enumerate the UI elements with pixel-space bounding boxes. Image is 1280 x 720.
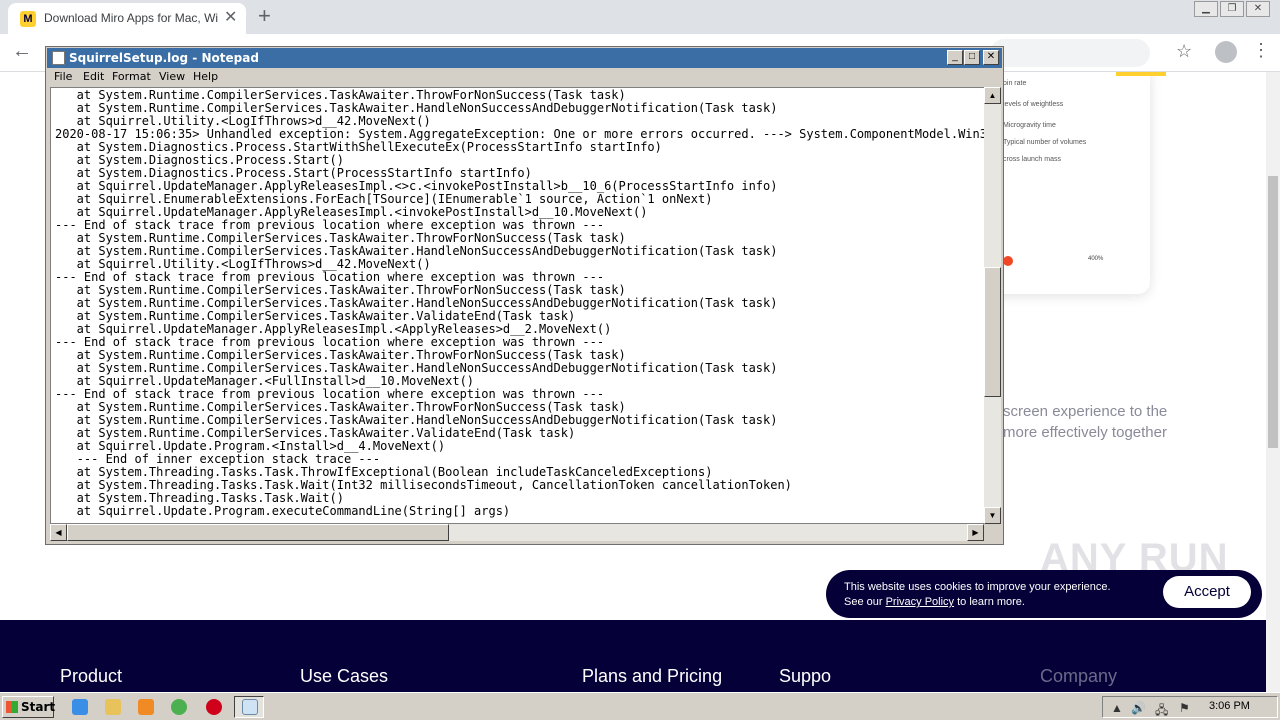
close-button[interactable]: ✕: [1246, 1, 1270, 17]
shield-icon[interactable]: [206, 699, 222, 715]
menu-edit[interactable]: Edit: [83, 70, 104, 83]
card-percent: 400%: [1088, 256, 1104, 262]
card-label: Typical number of volumes: [1003, 139, 1087, 146]
bookmark-star-icon[interactable]: ☆: [1176, 41, 1192, 62]
browser-tab[interactable]: M Download Miro Apps for Mac, Windows ✕: [8, 3, 246, 34]
new-tab-button[interactable]: +: [258, 4, 271, 28]
notepad-window: SquirrelSetup.log - Notepad _ □ ✕ File E…: [45, 46, 1004, 545]
card-label: cross launch mass: [1003, 156, 1061, 163]
cookie-suffix: to learn more.: [954, 596, 1025, 608]
privacy-policy-link[interactable]: Privacy Policy: [886, 596, 954, 608]
footer-link-product[interactable]: Product: [60, 666, 122, 687]
scroll-down-button[interactable]: ▼: [984, 507, 1001, 524]
system-tray: ▲ 🔊 🖧 ⚑ 3:06 PM: [1102, 696, 1278, 718]
tab-title: Download Miro Apps for Mac, Windows: [44, 11, 218, 25]
footer-link-support[interactable]: Suppo: [779, 666, 831, 687]
flag-icon[interactable]: ⚑: [1179, 701, 1190, 715]
horizontal-scroll-thumb[interactable]: [67, 524, 449, 541]
cookie-banner: This website uses cookies to improve you…: [826, 570, 1262, 618]
back-arrow-icon[interactable]: ←: [12, 40, 32, 63]
footer-link-company[interactable]: Company: [1040, 666, 1117, 687]
hero-text-line: more effectively together: [1003, 424, 1167, 441]
notepad-title: SquirrelSetup.log - Notepad: [69, 51, 259, 65]
notepad-horizontal-scrollbar[interactable]: ◀ ▶: [50, 524, 984, 541]
cookie-text: This website uses cookies to improve you…: [844, 580, 1111, 610]
hero-text-line: screen experience to the: [1003, 403, 1168, 420]
scroll-left-button[interactable]: ◀: [50, 524, 67, 541]
browser-tabstrip: M Download Miro Apps for Mac, Windows ✕ …: [0, 0, 1280, 34]
scroll-right-button[interactable]: ▶: [967, 524, 984, 541]
cookie-line: This website uses cookies to improve you…: [844, 581, 1111, 593]
page-scrollbar[interactable]: [1266, 72, 1280, 692]
volume-icon[interactable]: 🔊: [1131, 701, 1146, 715]
card-label: Microgravity time: [1003, 122, 1056, 129]
illustration-accent: [1116, 72, 1166, 76]
cookie-line: See our Privacy Policy to learn more.: [844, 595, 1111, 610]
minimize-button[interactable]: ▁: [1194, 1, 1218, 17]
accept-cookies-button[interactable]: Accept: [1163, 576, 1251, 608]
tab-close-icon[interactable]: ✕: [224, 9, 237, 27]
notepad-minimize-button[interactable]: _: [947, 50, 963, 65]
menu-help[interactable]: Help: [193, 70, 218, 83]
media-player-icon[interactable]: [138, 699, 154, 715]
chrome-icon[interactable]: [171, 699, 187, 715]
notepad-maximize-button[interactable]: □: [964, 50, 980, 65]
menu-view[interactable]: View: [159, 70, 185, 83]
log-content: at System.Runtime.CompilerServices.TaskA…: [55, 88, 985, 518]
start-button[interactable]: Start: [2, 696, 56, 718]
card-label: levels of weightless: [1003, 101, 1064, 108]
notepad-vertical-scrollbar[interactable]: ▲ ▼: [984, 87, 1001, 524]
profile-avatar[interactable]: [1215, 41, 1237, 63]
notepad-close-button[interactable]: ✕: [983, 50, 999, 65]
start-label: Start: [21, 700, 56, 714]
notepad-text-area[interactable]: at System.Runtime.CompilerServices.TaskA…: [50, 87, 986, 524]
menu-format[interactable]: Format: [112, 70, 151, 83]
footer-link-plans[interactable]: Plans and Pricing: [582, 666, 722, 687]
notepad-taskbar-button[interactable]: [234, 696, 264, 718]
vertical-scroll-thumb[interactable]: [984, 267, 1001, 397]
scroll-up-button[interactable]: ▲: [984, 87, 1001, 104]
footer-link-use-cases[interactable]: Use Cases: [300, 666, 388, 687]
menu-file[interactable]: File: [54, 70, 72, 83]
notepad-menubar: File Edit Format View Help: [47, 68, 1002, 86]
windows-flag-icon: [6, 701, 18, 713]
miro-favicon-icon: M: [20, 11, 36, 27]
network-icon[interactable]: 🖧: [1155, 701, 1168, 720]
clock: 3:06 PM: [1209, 700, 1250, 712]
browser-window-controls: ▁ ❐ ✕: [1192, 1, 1270, 17]
notepad-icon: [52, 51, 65, 65]
cookie-prefix: See our: [844, 596, 886, 608]
internet-explorer-icon[interactable]: [72, 699, 88, 715]
restore-button[interactable]: ❐: [1220, 1, 1244, 17]
folder-icon[interactable]: [105, 699, 121, 715]
browser-menu-icon[interactable]: ⋮: [1252, 40, 1270, 61]
card-label: oin rate: [1003, 80, 1027, 87]
page-footer: Product Use Cases Plans and Pricing Supp…: [0, 620, 1266, 692]
resize-grip[interactable]: [984, 524, 1001, 541]
notepad-taskbar-icon: [242, 699, 258, 715]
card-marker: [1003, 256, 1013, 266]
tray-arrow-icon[interactable]: ▲: [1111, 701, 1123, 715]
address-bar[interactable]: [990, 39, 1150, 67]
taskbar: Start ▲ 🔊 🖧 ⚑ 3:06 PM: [0, 692, 1280, 720]
page-scrollbar-thumb[interactable]: [1268, 176, 1278, 448]
notepad-titlebar[interactable]: SquirrelSetup.log - Notepad _ □ ✕: [47, 48, 1002, 68]
